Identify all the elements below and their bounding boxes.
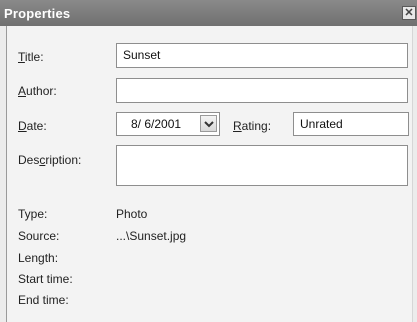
- date-picker[interactable]: 8/ 6/2001: [116, 112, 220, 136]
- date-label: Date:: [18, 119, 47, 133]
- type-value: Photo: [116, 207, 148, 221]
- type-label: Type:: [18, 207, 48, 221]
- rating-value: Unrated: [300, 117, 343, 131]
- title-label: Title:: [18, 50, 44, 64]
- date-dropdown-button[interactable]: [200, 115, 217, 132]
- end-time-label: End time:: [18, 293, 69, 307]
- rating-label: Rating:: [233, 119, 272, 133]
- description-field[interactable]: [116, 145, 408, 186]
- properties-panel: Title: Sunset Author: Date: 8/ 6/2001 Ra…: [6, 26, 413, 322]
- close-button[interactable]: ✕: [402, 6, 416, 20]
- properties-dialog: Properties ✕ Title: Sunset Author: Date:…: [0, 0, 417, 322]
- title-field[interactable]: Sunset: [116, 43, 408, 68]
- title-field-value: Sunset: [123, 48, 161, 62]
- author-field[interactable]: [116, 78, 408, 103]
- author-label: Author:: [18, 84, 57, 98]
- close-icon: ✕: [404, 7, 414, 19]
- chevron-down-icon: [204, 121, 214, 128]
- rating-field[interactable]: Unrated: [293, 112, 409, 136]
- window-title: Properties: [4, 6, 71, 21]
- title-bar: Properties ✕: [0, 0, 417, 26]
- source-value: ...\Sunset.jpg: [116, 229, 187, 243]
- date-value: 8/ 6/2001: [131, 117, 182, 131]
- description-label: Description:: [18, 153, 82, 167]
- source-label: Source:: [18, 229, 60, 243]
- start-time-label: Start time:: [18, 272, 73, 286]
- length-label: Length:: [18, 251, 59, 265]
